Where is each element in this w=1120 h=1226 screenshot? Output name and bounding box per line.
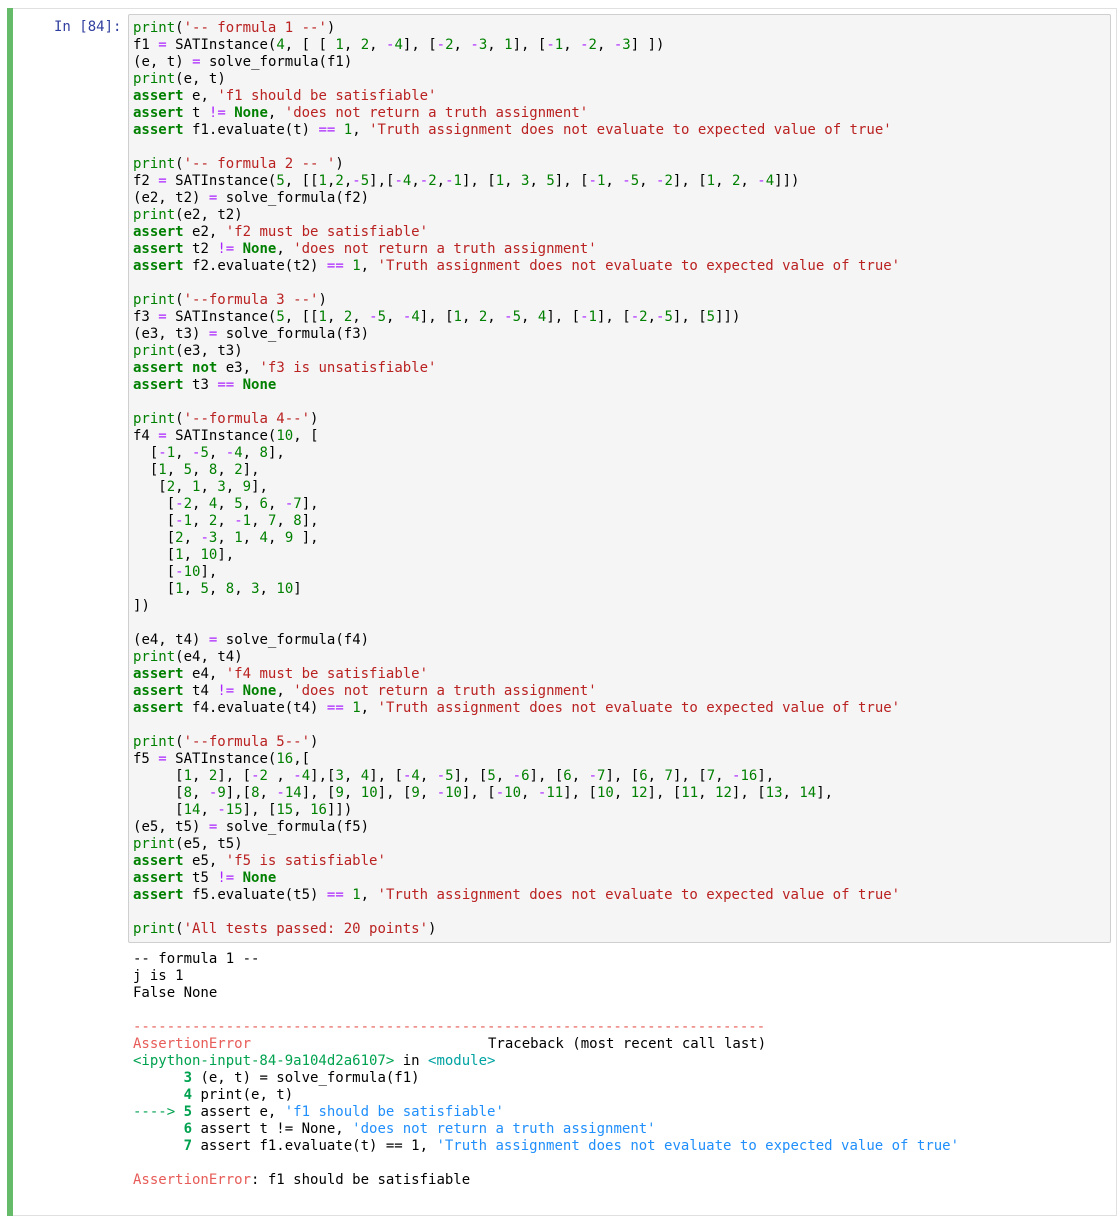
code-line[interactable]: f2 = SATInstance(5, [[1,2,-5],[-4,-2,-1]…	[133, 173, 900, 190]
code-line[interactable]: assert e2, 'f2 must be satisfiable'	[133, 224, 900, 241]
code-line[interactable]: (e4, t4) = solve_formula(f4)	[133, 632, 900, 649]
code-line[interactable]: f4 = SATInstance(10, [	[133, 428, 900, 445]
code-line[interactable]: assert f5.evaluate(t5) == 1, 'Truth assi…	[133, 887, 900, 904]
code-line[interactable]: print('--formula 3 --')	[133, 292, 900, 309]
code-line[interactable]: assert e, 'f1 should be satisfiable'	[133, 88, 900, 105]
code-line[interactable]: print('--formula 5--')	[133, 734, 900, 751]
code-line[interactable]: [1, 2], [-2 , -4],[3, 4], [-4, -5], [5, …	[133, 768, 900, 785]
code-line[interactable]: assert f1.evaluate(t) == 1, 'Truth assig…	[133, 122, 900, 139]
code-line[interactable]: [8, -9],[8, -14], [9, 10], [9, -10], [-1…	[133, 785, 900, 802]
code-line[interactable]: assert not e3, 'f3 is unsatisfiable'	[133, 360, 900, 377]
traceback-line: 6 assert t != None, 'does not return a t…	[183, 1121, 656, 1137]
traceback-line: ----> 5 assert e, 'f1 should be satisfia…	[133, 1104, 504, 1120]
code-line[interactable]: [-1, 2, -1, 7, 8],	[133, 513, 900, 530]
code-line[interactable]: [-10],	[133, 564, 900, 581]
code-line[interactable]: print('All tests passed: 20 points')	[133, 921, 900, 938]
input-prompt: In [84]:	[54, 19, 122, 35]
stdout-line: j is 1	[133, 968, 184, 984]
code-line[interactable]: [1, 10],	[133, 547, 900, 564]
traceback-line: 7 assert f1.evaluate(t) == 1, 'Truth ass…	[183, 1138, 960, 1154]
code-line[interactable]	[133, 139, 900, 156]
code-line[interactable]: assert t != None, 'does not return a tru…	[133, 105, 900, 122]
code-line[interactable]: [2, -3, 1, 4, 9 ],	[133, 530, 900, 547]
stdout-line: -- formula 1 --	[133, 951, 260, 967]
stdout-line: False None	[133, 985, 218, 1001]
cell-output: -- formula 1 -- j is 1 False None ---------…	[133, 951, 959, 1189]
code-line[interactable]: print('-- formula 1 --')	[133, 20, 900, 37]
code-line[interactable]: assert e4, 'f4 must be satisfiable'	[133, 666, 900, 683]
code-line[interactable]	[133, 394, 900, 411]
code-line[interactable]: [-2, 4, 5, 6, -7],	[133, 496, 900, 513]
code-line[interactable]: assert t4 != None, 'does not return a tr…	[133, 683, 900, 700]
traceback-separator: ----------------------------------------…	[133, 1019, 766, 1035]
code-line[interactable]: [1, 5, 8, 2],	[133, 462, 900, 479]
code-line[interactable]: assert t5 != None	[133, 870, 900, 887]
code-line[interactable]: [2, 1, 3, 9],	[133, 479, 900, 496]
traceback-line: 4 print(e, t)	[183, 1087, 294, 1103]
code-line[interactable]	[133, 717, 900, 734]
code-editor[interactable]: print('-- formula 1 --') f1 = SATInstance…	[133, 20, 900, 938]
code-line[interactable]: print('-- formula 2 -- ')	[133, 156, 900, 173]
cell-selected-indicator	[7, 8, 13, 1216]
code-line[interactable]: assert e5, 'f5 is satisfiable'	[133, 853, 900, 870]
code-line[interactable]: print('--formula 4--')	[133, 411, 900, 428]
code-line[interactable]: [14, -15], [15, 16]])	[133, 802, 900, 819]
code-line[interactable]: [-1, -5, -4, 8],	[133, 445, 900, 462]
code-line[interactable]	[133, 275, 900, 292]
code-line[interactable]: assert f4.evaluate(t4) == 1, 'Truth assi…	[133, 700, 900, 717]
code-line[interactable]: (e, t) = solve_formula(f1)	[133, 54, 900, 71]
code-line[interactable]: (e5, t5) = solve_formula(f5)	[133, 819, 900, 836]
code-line[interactable]: assert t3 == None	[133, 377, 900, 394]
code-line[interactable]: assert t2 != None, 'does not return a tr…	[133, 241, 900, 258]
code-line[interactable]: ])	[133, 598, 900, 615]
code-line[interactable]: assert f2.evaluate(t2) == 1, 'Truth assi…	[133, 258, 900, 275]
traceback-header: AssertionError Traceback (most recent cal…	[133, 1036, 767, 1052]
final-error: AssertionError: f1 should be satisfiable	[133, 1172, 471, 1188]
code-line[interactable]: f3 = SATInstance(5, [[1, 2, -5, -4], [1,…	[133, 309, 900, 326]
code-line[interactable]: print(e5, t5)	[133, 836, 900, 853]
code-line[interactable]: print(e2, t2)	[133, 207, 900, 224]
code-line[interactable]: print(e3, t3)	[133, 343, 900, 360]
code-line[interactable]	[133, 615, 900, 632]
code-line[interactable]: f5 = SATInstance(16,[	[133, 751, 900, 768]
code-line[interactable]: print(e4, t4)	[133, 649, 900, 666]
code-line[interactable]: (e2, t2) = solve_formula(f2)	[133, 190, 900, 207]
traceback-line: 3 (e, t) = solve_formula(f1)	[183, 1070, 420, 1086]
code-line[interactable]: (e3, t3) = solve_formula(f3)	[133, 326, 900, 343]
code-line[interactable]	[133, 904, 900, 921]
code-line[interactable]: f1 = SATInstance(4, [ [ 1, 2, -4], [-2, …	[133, 37, 900, 54]
traceback-location: <ipython-input-84-9a104d2a6107> in <modu…	[133, 1053, 496, 1069]
code-line[interactable]: [1, 5, 8, 3, 10]	[133, 581, 900, 598]
code-line[interactable]: print(e, t)	[133, 71, 900, 88]
